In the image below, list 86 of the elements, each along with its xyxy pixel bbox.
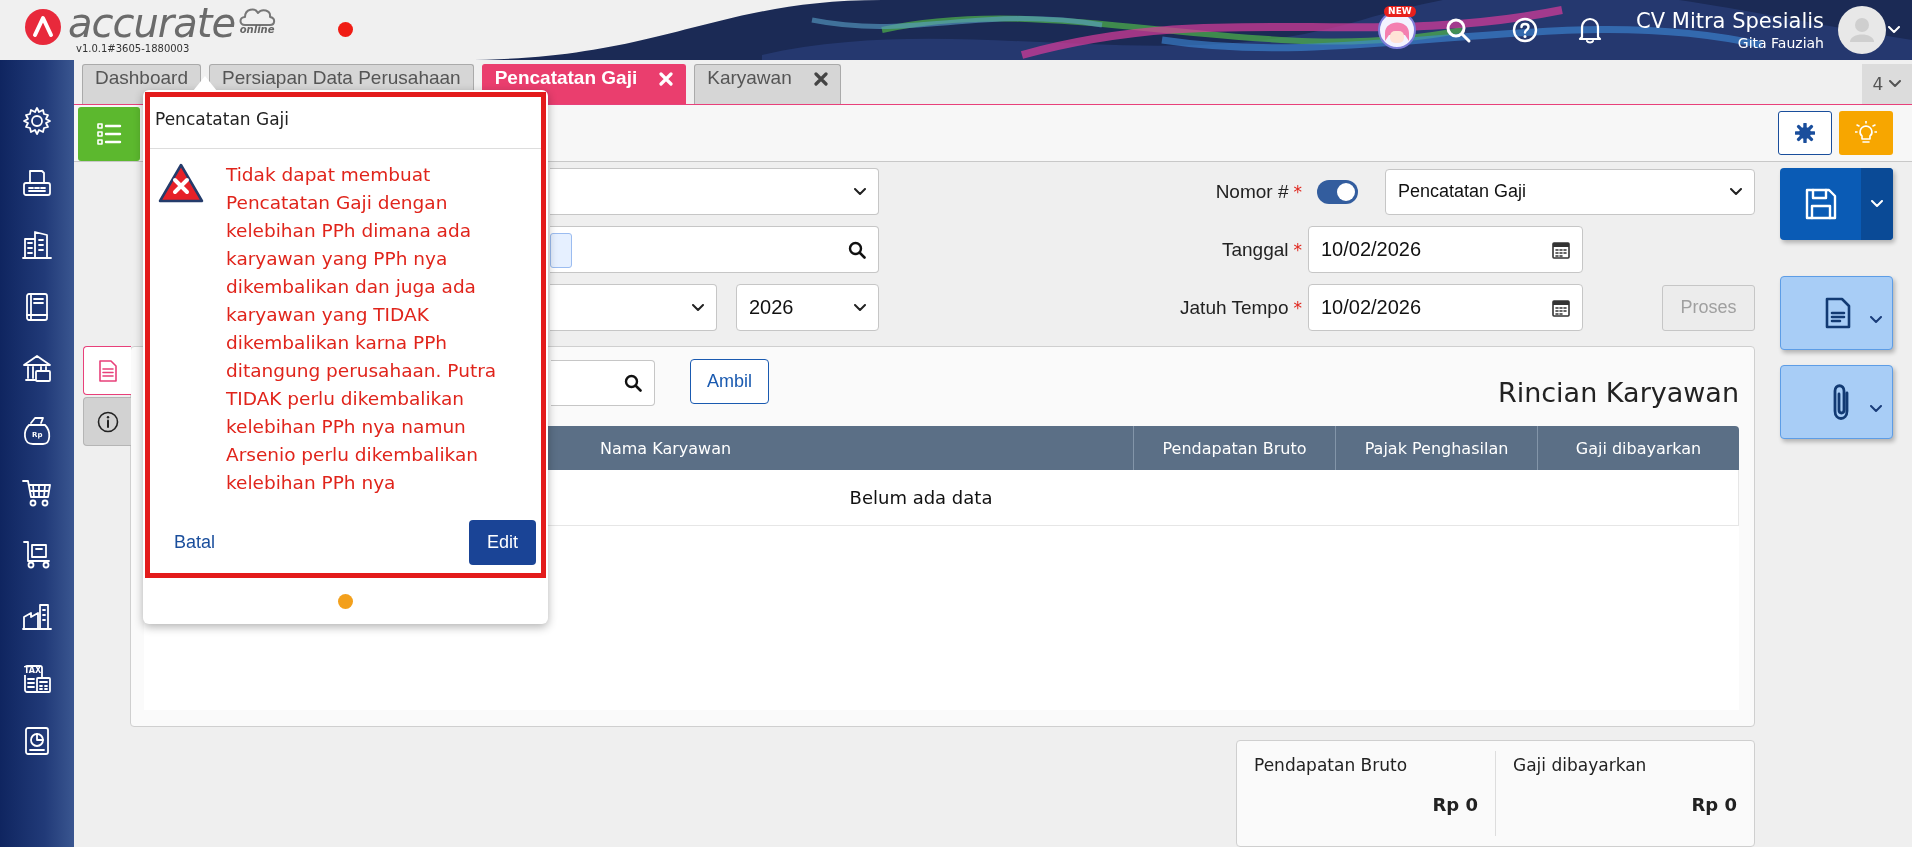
user-name: Gita Fauziah — [1737, 34, 1824, 52]
column-header: Gaji dibayarkan — [1575, 438, 1702, 458]
field-label: Jatuh Tempo — [1180, 296, 1289, 319]
chevron-down-icon — [1870, 405, 1882, 413]
required-mark: * — [1293, 239, 1302, 260]
field-label: Tanggal — [1221, 238, 1289, 261]
tab[interactable]: Karyawan — [694, 64, 841, 104]
select-field[interactable] — [550, 168, 879, 215]
chevron-down-icon — [854, 187, 866, 196]
toggle-switch[interactable] — [1317, 179, 1358, 204]
required-mark: * — [1293, 297, 1302, 318]
info-icon — [96, 410, 119, 433]
logo-subtitle: online — [239, 25, 275, 35]
chevron-down-icon — [1871, 200, 1883, 208]
summary-label: Pendapatan Bruto — [1254, 754, 1409, 778]
error-message: Tidak dapat membuat Pencatatan Gaji dengan kelebihan PPh dimana ada karyawan yang PPh nya dikembalikan dan juga ada karyawan yang TIDAK dikembalikan karna PPh ditangung perusahaan. Putra TIDAK perlu dikembalikan kelebihan PPh nya namun Arsenio perlu dikembalikan kelebihan PPh nya — [226, 163, 498, 495]
tab-count: 4 — [1872, 74, 1884, 94]
select-field[interactable] — [550, 284, 717, 331]
bag-icon — [21, 415, 53, 447]
tab-label: Pencatatan Gaji — [494, 68, 638, 88]
search-icon — [1444, 16, 1473, 44]
document-icon — [1824, 296, 1852, 330]
column-header: Pendapatan Bruto — [1162, 438, 1307, 458]
logo-icon — [24, 8, 62, 46]
select-field[interactable]: 2026 — [736, 284, 879, 331]
help-icon — [1512, 17, 1539, 43]
bank-icon — [21, 353, 53, 385]
summary-label: Gaji dibayarkan — [1513, 754, 1648, 778]
search-field[interactable] — [551, 360, 655, 406]
save-button[interactable] — [1780, 168, 1893, 240]
tab-overflow-button[interactable]: 4 — [1862, 64, 1912, 104]
chevron-down-icon — [692, 303, 704, 312]
new-badge: NEW — [1384, 6, 1416, 17]
chevron-down-icon — [1870, 316, 1882, 324]
search-field[interactable] — [550, 226, 879, 273]
factory-icon — [21, 601, 53, 633]
close-icon[interactable] — [813, 72, 828, 86]
date-field[interactable]: 10/02/2026 — [1308, 284, 1583, 331]
chevron-down-icon — [1889, 80, 1902, 88]
warning-icon — [158, 163, 204, 203]
notification-dot — [338, 22, 353, 37]
date-field[interactable]: 10/02/2026 — [1308, 226, 1583, 273]
search-icon — [848, 240, 866, 259]
dialog-title: Pencatatan Gaji — [150, 97, 541, 149]
settings-button[interactable] — [1778, 111, 1832, 155]
step-dot — [338, 593, 353, 609]
select-field[interactable]: Pencatatan Gaji — [1385, 168, 1755, 215]
cart-icon — [21, 477, 53, 509]
section-title: Rincian Karyawan — [1497, 376, 1739, 408]
lightbulb-icon — [1855, 121, 1877, 145]
fetch-button[interactable]: Ambil — [690, 358, 769, 404]
calendar-icon — [1552, 240, 1570, 259]
cloud-icon — [237, 5, 278, 27]
side-tab[interactable] — [83, 397, 131, 446]
list-icon — [96, 122, 122, 146]
version-text: v1.0.1#3605-1880003 — [76, 43, 190, 55]
summary-value: Rp 0 — [1691, 794, 1737, 816]
tab-label: Dashboard — [95, 68, 188, 88]
document-button[interactable] — [1780, 276, 1893, 350]
column-header: Nama Karyawan — [599, 438, 732, 458]
gear-icon — [21, 105, 53, 137]
avatar-icon — [1838, 6, 1886, 54]
tab-label: Karyawan — [707, 68, 792, 88]
column-header: Pajak Penghasilan — [1364, 438, 1509, 458]
tab-label: Persiapan Data Perusahaan — [221, 68, 461, 88]
cancel-link[interactable]: Batal — [174, 531, 216, 553]
company-name: CV Mitra Spesialis — [1636, 8, 1824, 34]
chevron-down-icon — [854, 303, 866, 312]
fax-icon — [21, 167, 53, 199]
chevron-down-icon — [1730, 187, 1742, 196]
calendar-icon — [1552, 298, 1570, 317]
settings-icon — [1795, 123, 1815, 143]
document-icon — [97, 359, 118, 382]
field-label: Nomor # — [1215, 180, 1289, 203]
list-button[interactable] — [78, 107, 140, 161]
chevron-down-icon — [1888, 26, 1900, 34]
empty-message: Belum ada data — [849, 487, 993, 508]
edit-button[interactable]: Edit — [469, 519, 536, 565]
search-icon — [624, 374, 642, 392]
required-mark: * — [1293, 181, 1302, 202]
building-icon — [21, 229, 53, 261]
summary-value: Rp 0 — [1432, 794, 1478, 816]
attachment-button[interactable] — [1780, 365, 1893, 439]
tag-chip — [550, 233, 572, 268]
bell-icon — [1578, 16, 1603, 44]
trolley-icon — [21, 539, 53, 571]
